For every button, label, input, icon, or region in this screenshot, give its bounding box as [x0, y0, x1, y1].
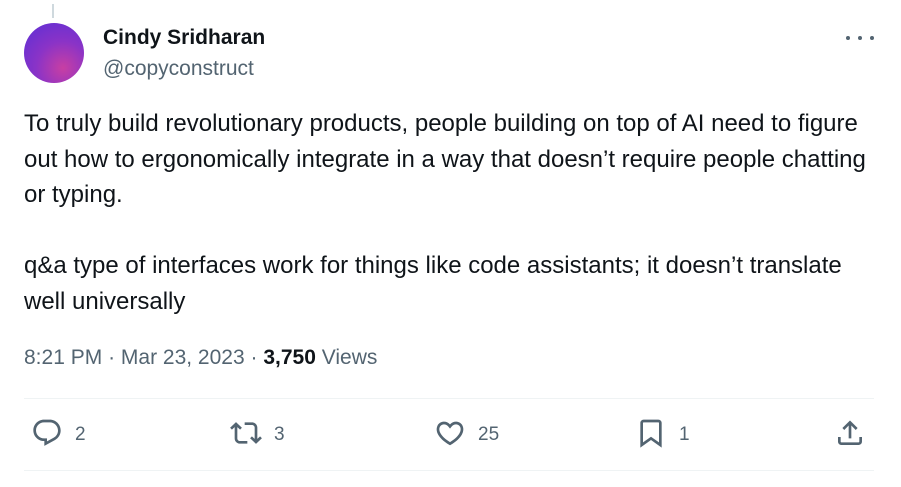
tweet: Cindy Sridharan @copyconstruct To truly …: [0, 0, 901, 487]
author-handle[interactable]: @copyconstruct: [103, 57, 254, 81]
heart-icon: [434, 417, 466, 454]
tweet-paragraph: q&a type of interfaces work for things l…: [24, 252, 842, 315]
thread-line: [52, 4, 54, 18]
avatar[interactable]: [24, 23, 84, 83]
bookmark-count: 1: [679, 424, 690, 445]
share-button[interactable]: [834, 400, 866, 470]
divider-bottom: [24, 470, 874, 471]
retweet-button[interactable]: 3: [230, 400, 285, 470]
meta-separator: ·: [108, 346, 116, 369]
bookmark-button[interactable]: 1: [635, 400, 690, 470]
reply-icon: [31, 417, 63, 454]
tweet-meta: 8:21 PM · Mar 23, 2023 · 3,750 Views: [24, 346, 377, 370]
like-count: 25: [478, 424, 500, 445]
action-bar: 2 3 25 1: [24, 400, 874, 470]
retweet-icon: [230, 417, 262, 454]
share-icon: [834, 417, 866, 454]
author-display-name[interactable]: Cindy Sridharan: [103, 26, 265, 50]
reply-button[interactable]: 2: [31, 400, 86, 470]
views-count: 3,750: [263, 346, 316, 369]
more-dot: [870, 36, 874, 40]
more-dot: [858, 36, 862, 40]
views-label: Views: [321, 346, 378, 369]
like-button[interactable]: 25: [434, 400, 499, 470]
reply-count: 2: [75, 424, 86, 445]
divider-top: [24, 398, 874, 399]
tweet-text: To truly build revolutionary products, p…: [24, 106, 884, 319]
meta-separator: ·: [250, 346, 258, 369]
more-dot: [846, 36, 850, 40]
tweet-date[interactable]: Mar 23, 2023: [121, 346, 245, 369]
tweet-paragraph: To truly build revolutionary products, p…: [24, 110, 866, 208]
tweet-time[interactable]: 8:21 PM: [24, 346, 102, 369]
retweet-count: 3: [274, 424, 285, 445]
bookmark-icon: [635, 417, 667, 454]
more-icon[interactable]: [846, 28, 874, 48]
